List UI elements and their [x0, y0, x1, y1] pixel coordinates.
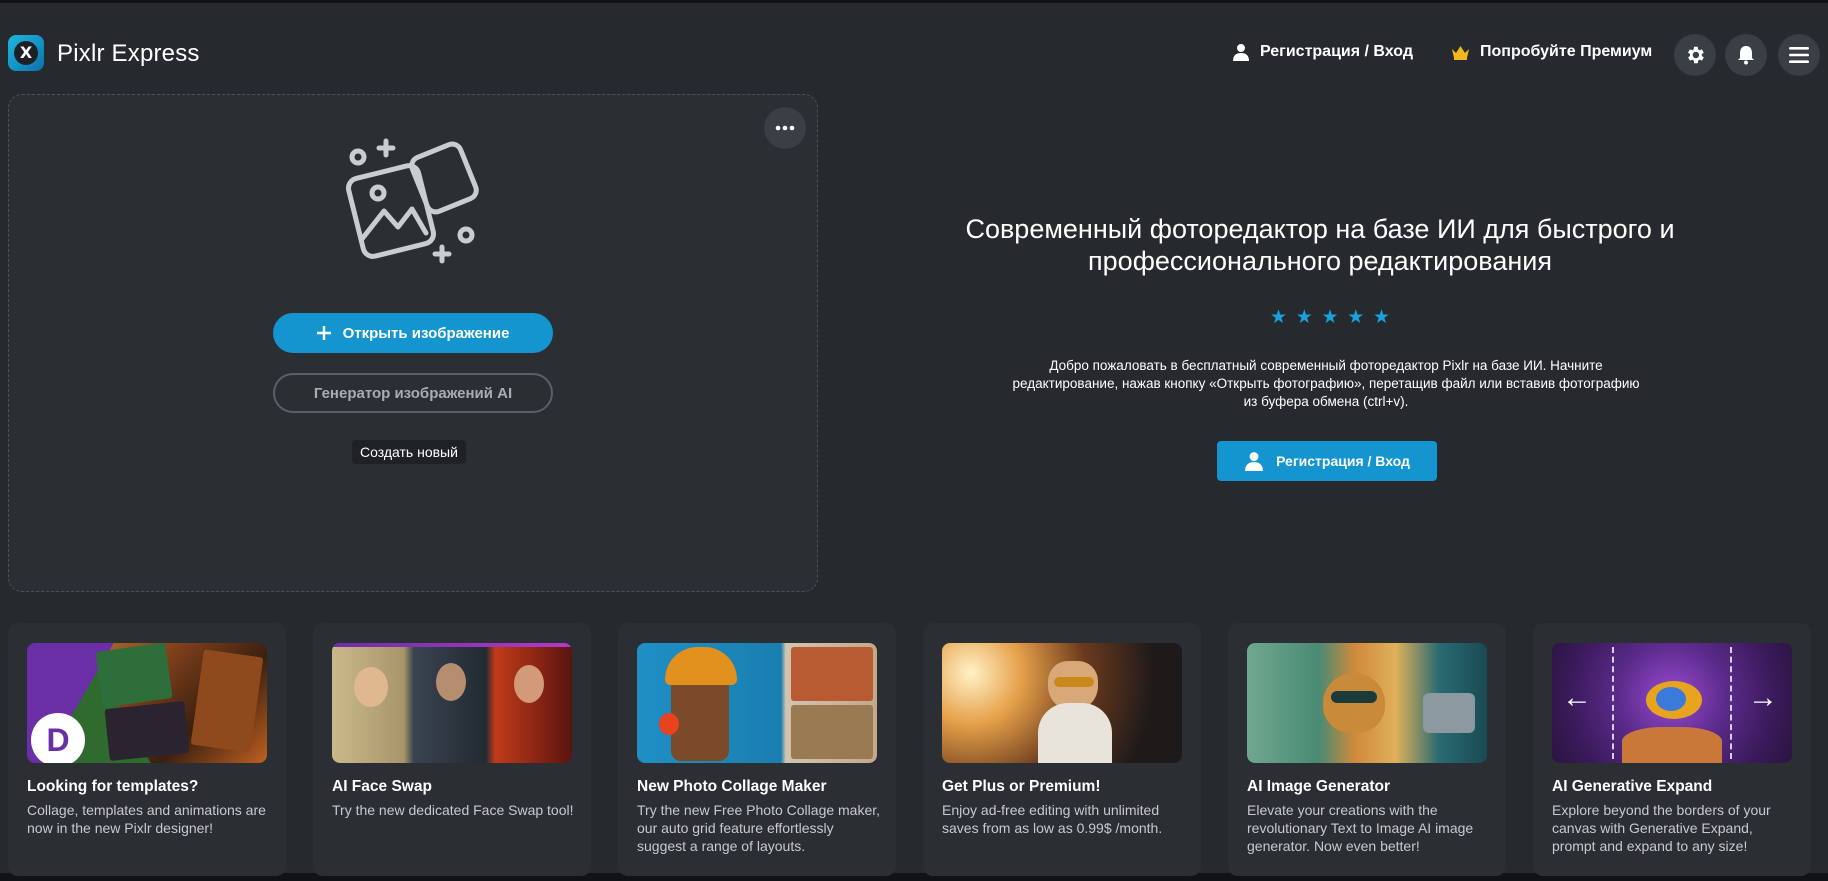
card-title: AI Image Generator [1247, 778, 1390, 795]
arrow-left-icon: ← [1562, 681, 1592, 714]
card-ai-image-generator[interactable]: AI Image Generator Elevate your creation… [1228, 623, 1506, 876]
main-menu-button[interactable] [1778, 34, 1820, 76]
card-photo-collage-image [637, 643, 877, 763]
menu-poster-decor [190, 649, 264, 753]
more-dots-icon [775, 125, 795, 131]
card-description: Enjoy ad-free editing with unlimited sav… [942, 802, 1163, 836]
star-icon: ★ [1270, 307, 1288, 328]
plus-icon [316, 326, 331, 340]
register-login-label: Регистрация / Вход [1276, 453, 1410, 469]
collage-tile-1-decor [791, 647, 873, 701]
card-description: Try the new dedicated Face Swap tool! [332, 802, 574, 818]
cat-glasses-decor [1331, 691, 1377, 703]
pixlr-logo[interactable]: X [8, 35, 44, 71]
hero-description: Добро пожаловать в бесплатный современны… [1012, 358, 1640, 409]
hero-title: Современный фоторедактор на базе ИИ для … [965, 214, 1675, 276]
user-icon [1245, 452, 1263, 471]
star-icon: ★ [1295, 307, 1313, 328]
card-templates-image: D [27, 643, 267, 763]
register-login-button[interactable]: Регистрация / Вход [1217, 441, 1437, 481]
card-title: Get Plus or Premium! [942, 778, 1101, 795]
coral-decor [1622, 727, 1722, 763]
settings-button[interactable] [1674, 34, 1716, 76]
user-icon [1233, 44, 1249, 61]
star-icon: ★ [1372, 307, 1390, 328]
card-templates[interactable]: D Looking for templates? Collage, templa… [8, 623, 286, 876]
card-ai-image-generator-image [1247, 643, 1487, 763]
card-face-swap[interactable]: AI Face Swap Try the new dedicated Face … [313, 623, 591, 876]
header-premium-link[interactable]: Попробуйте Премиум [1451, 43, 1652, 61]
designer-badge-icon: D [31, 713, 85, 763]
card-title: AI Face Swap [332, 778, 432, 795]
menu-icon [1789, 47, 1809, 63]
notifications-button[interactable] [1725, 34, 1767, 76]
card-title: New Photo Collage Maker [637, 778, 827, 795]
header-login-link[interactable]: Регистрация / Вход [1232, 43, 1413, 61]
card-description: Elevate your creations with the revoluti… [1247, 802, 1474, 854]
rating-stars: ★ ★ ★ ★ ★ [1270, 306, 1390, 329]
brand-name: Pixlr Express [57, 40, 200, 67]
card-description: Explore beyond the borders of your canva… [1552, 802, 1771, 854]
card-generative-expand-image: ← → [1552, 643, 1792, 763]
open-image-label: Открыть изображение [342, 324, 510, 342]
card-title: Looking for templates? [27, 778, 199, 795]
pizza-poster-decor [104, 700, 190, 762]
card-generative-expand[interactable]: ← → AI Generative Expand Explore beyond … [1533, 623, 1811, 876]
dog-suit-decor [1038, 703, 1112, 763]
dog-glasses-decor [1054, 677, 1094, 687]
gear-icon [1688, 46, 1704, 64]
star-icon: ★ [1321, 307, 1339, 328]
feature-cards: D Looking for templates? Collage, templa… [8, 623, 1828, 876]
card-description: Collage, templates and animations are no… [27, 802, 266, 836]
star-icon: ★ [1347, 307, 1365, 328]
expand-guide-left [1612, 647, 1614, 759]
card-get-premium-image [942, 643, 1182, 763]
crown-icon [1452, 45, 1469, 60]
card-get-premium[interactable]: Get Plus or Premium! Enjoy ad-free editi… [923, 623, 1201, 876]
header-premium-label: Попробуйте Премиум [1480, 43, 1653, 60]
fish-fin-decor [1656, 687, 1686, 711]
face-1-decor [354, 667, 388, 707]
logo-letter: X [14, 41, 38, 65]
frame-top-decor [332, 643, 572, 647]
card-face-swap-image [332, 643, 572, 763]
expand-guide-right [1730, 647, 1732, 759]
card-title: AI Generative Expand [1552, 778, 1713, 795]
create-new-button[interactable]: Создать новый [352, 440, 466, 464]
face-3-decor [514, 665, 544, 703]
earring-decor [659, 713, 679, 735]
headwrap-decor [665, 647, 737, 685]
face-2-decor [436, 663, 466, 701]
card-photo-collage[interactable]: New Photo Collage Maker Try the new Free… [618, 623, 896, 876]
images-illustration-icon [346, 138, 479, 264]
top-header: X Pixlr Express Регистрация / Вход Попро… [0, 6, 1828, 96]
cat-head-decor [1323, 673, 1385, 733]
arrow-right-icon: → [1748, 681, 1778, 714]
food-poster-decor [95, 643, 173, 708]
bell-icon [1738, 46, 1754, 65]
more-options-button[interactable] [764, 107, 806, 149]
app-window: X Pixlr Express Регистрация / Вход Попро… [0, 0, 1828, 881]
header-login-label: Регистрация / Вход [1260, 43, 1413, 60]
radio-decor [1423, 693, 1475, 733]
card-description: Try the new Free Photo Collage maker, ou… [637, 802, 881, 854]
ai-image-generator-label: Генератор изображений AI [313, 384, 513, 402]
collage-tile-2-decor [791, 705, 873, 759]
open-image-button[interactable]: Открыть изображение [273, 313, 553, 353]
ai-image-generator-button[interactable]: Генератор изображений AI [273, 373, 553, 413]
